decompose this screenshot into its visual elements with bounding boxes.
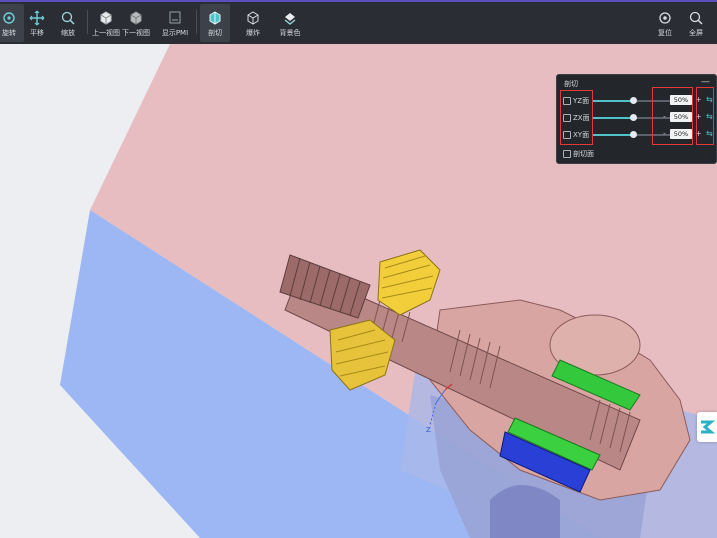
explode-button[interactable]: 爆炸 bbox=[238, 4, 268, 42]
show-section-checkbox[interactable] bbox=[563, 150, 571, 158]
background-color-button[interactable]: 背景色 bbox=[275, 4, 305, 42]
show-section-row: 剖切面 bbox=[563, 148, 713, 160]
reset-icon bbox=[659, 12, 671, 24]
main-toolbar: 旋转 平移 缩放 上一视图 下一视图 显示PMI 剖切 爆炸 背景色 复位 全屏 bbox=[0, 0, 717, 44]
zx-slider-knob[interactable] bbox=[630, 114, 637, 121]
fullscreen-label: 全屏 bbox=[689, 29, 703, 37]
show-section-label: 剖切面 bbox=[573, 150, 594, 158]
yz-slider-knob[interactable] bbox=[630, 97, 637, 104]
toolbar-divider bbox=[196, 10, 197, 34]
highlight-checkboxes bbox=[560, 90, 593, 145]
prev-view-icon bbox=[100, 11, 112, 25]
pan-label: 平移 bbox=[30, 29, 44, 37]
reset-label: 复位 bbox=[658, 29, 672, 37]
zoom-button[interactable]: 缩放 bbox=[53, 4, 83, 42]
pan-button[interactable]: 平移 bbox=[22, 4, 52, 42]
fullscreen-icon bbox=[689, 11, 703, 25]
toolbar-divider bbox=[87, 10, 88, 34]
pmi-button[interactable]: 显示PMI bbox=[160, 4, 190, 42]
pmi-label: 显示PMI bbox=[161, 29, 189, 37]
background-color-label: 背景色 bbox=[279, 29, 301, 37]
explode-icon bbox=[247, 11, 259, 25]
prev-view-button[interactable]: 上一视图 bbox=[91, 4, 121, 42]
next-view-button[interactable]: 下一视图 bbox=[121, 4, 151, 42]
section-label: 剖切 bbox=[208, 29, 222, 37]
fullscreen-button[interactable]: 全屏 bbox=[681, 4, 711, 42]
explode-label: 爆炸 bbox=[246, 29, 260, 37]
axis-label-z: Z bbox=[426, 426, 431, 434]
zoom-label: 缩放 bbox=[61, 29, 75, 37]
highlight-flip-buttons bbox=[696, 87, 714, 145]
pan-icon bbox=[29, 10, 45, 26]
prev-view-label: 上一视图 bbox=[92, 29, 120, 37]
next-view-icon bbox=[130, 11, 142, 25]
zoom-icon bbox=[61, 11, 75, 25]
rotate-button[interactable]: 旋转 bbox=[0, 4, 24, 42]
section-panel: 剖切 — YZ面 50% + ⇆ ZX面 - 50% + ⇆ XY面 - 50%… bbox=[556, 74, 717, 164]
side-logo-icon[interactable] bbox=[697, 412, 717, 442]
next-view-label: 下一视图 bbox=[122, 29, 150, 37]
section-panel-title: 剖切 bbox=[564, 80, 578, 88]
rotate-icon bbox=[3, 12, 15, 24]
highlight-values bbox=[652, 87, 693, 145]
reset-button[interactable]: 复位 bbox=[650, 4, 680, 42]
background-color-icon bbox=[284, 13, 296, 25]
pmi-icon bbox=[169, 11, 181, 24]
section-icon bbox=[209, 11, 221, 25]
panel-minimize-button[interactable]: — bbox=[701, 77, 710, 87]
zx-slider-fill bbox=[593, 117, 633, 119]
section-button[interactable]: 剖切 bbox=[200, 4, 230, 42]
rotate-label: 旋转 bbox=[2, 29, 16, 37]
yz-slider-fill bbox=[593, 100, 633, 102]
xy-slider-fill bbox=[593, 134, 633, 136]
xy-slider-knob[interactable] bbox=[630, 131, 637, 138]
